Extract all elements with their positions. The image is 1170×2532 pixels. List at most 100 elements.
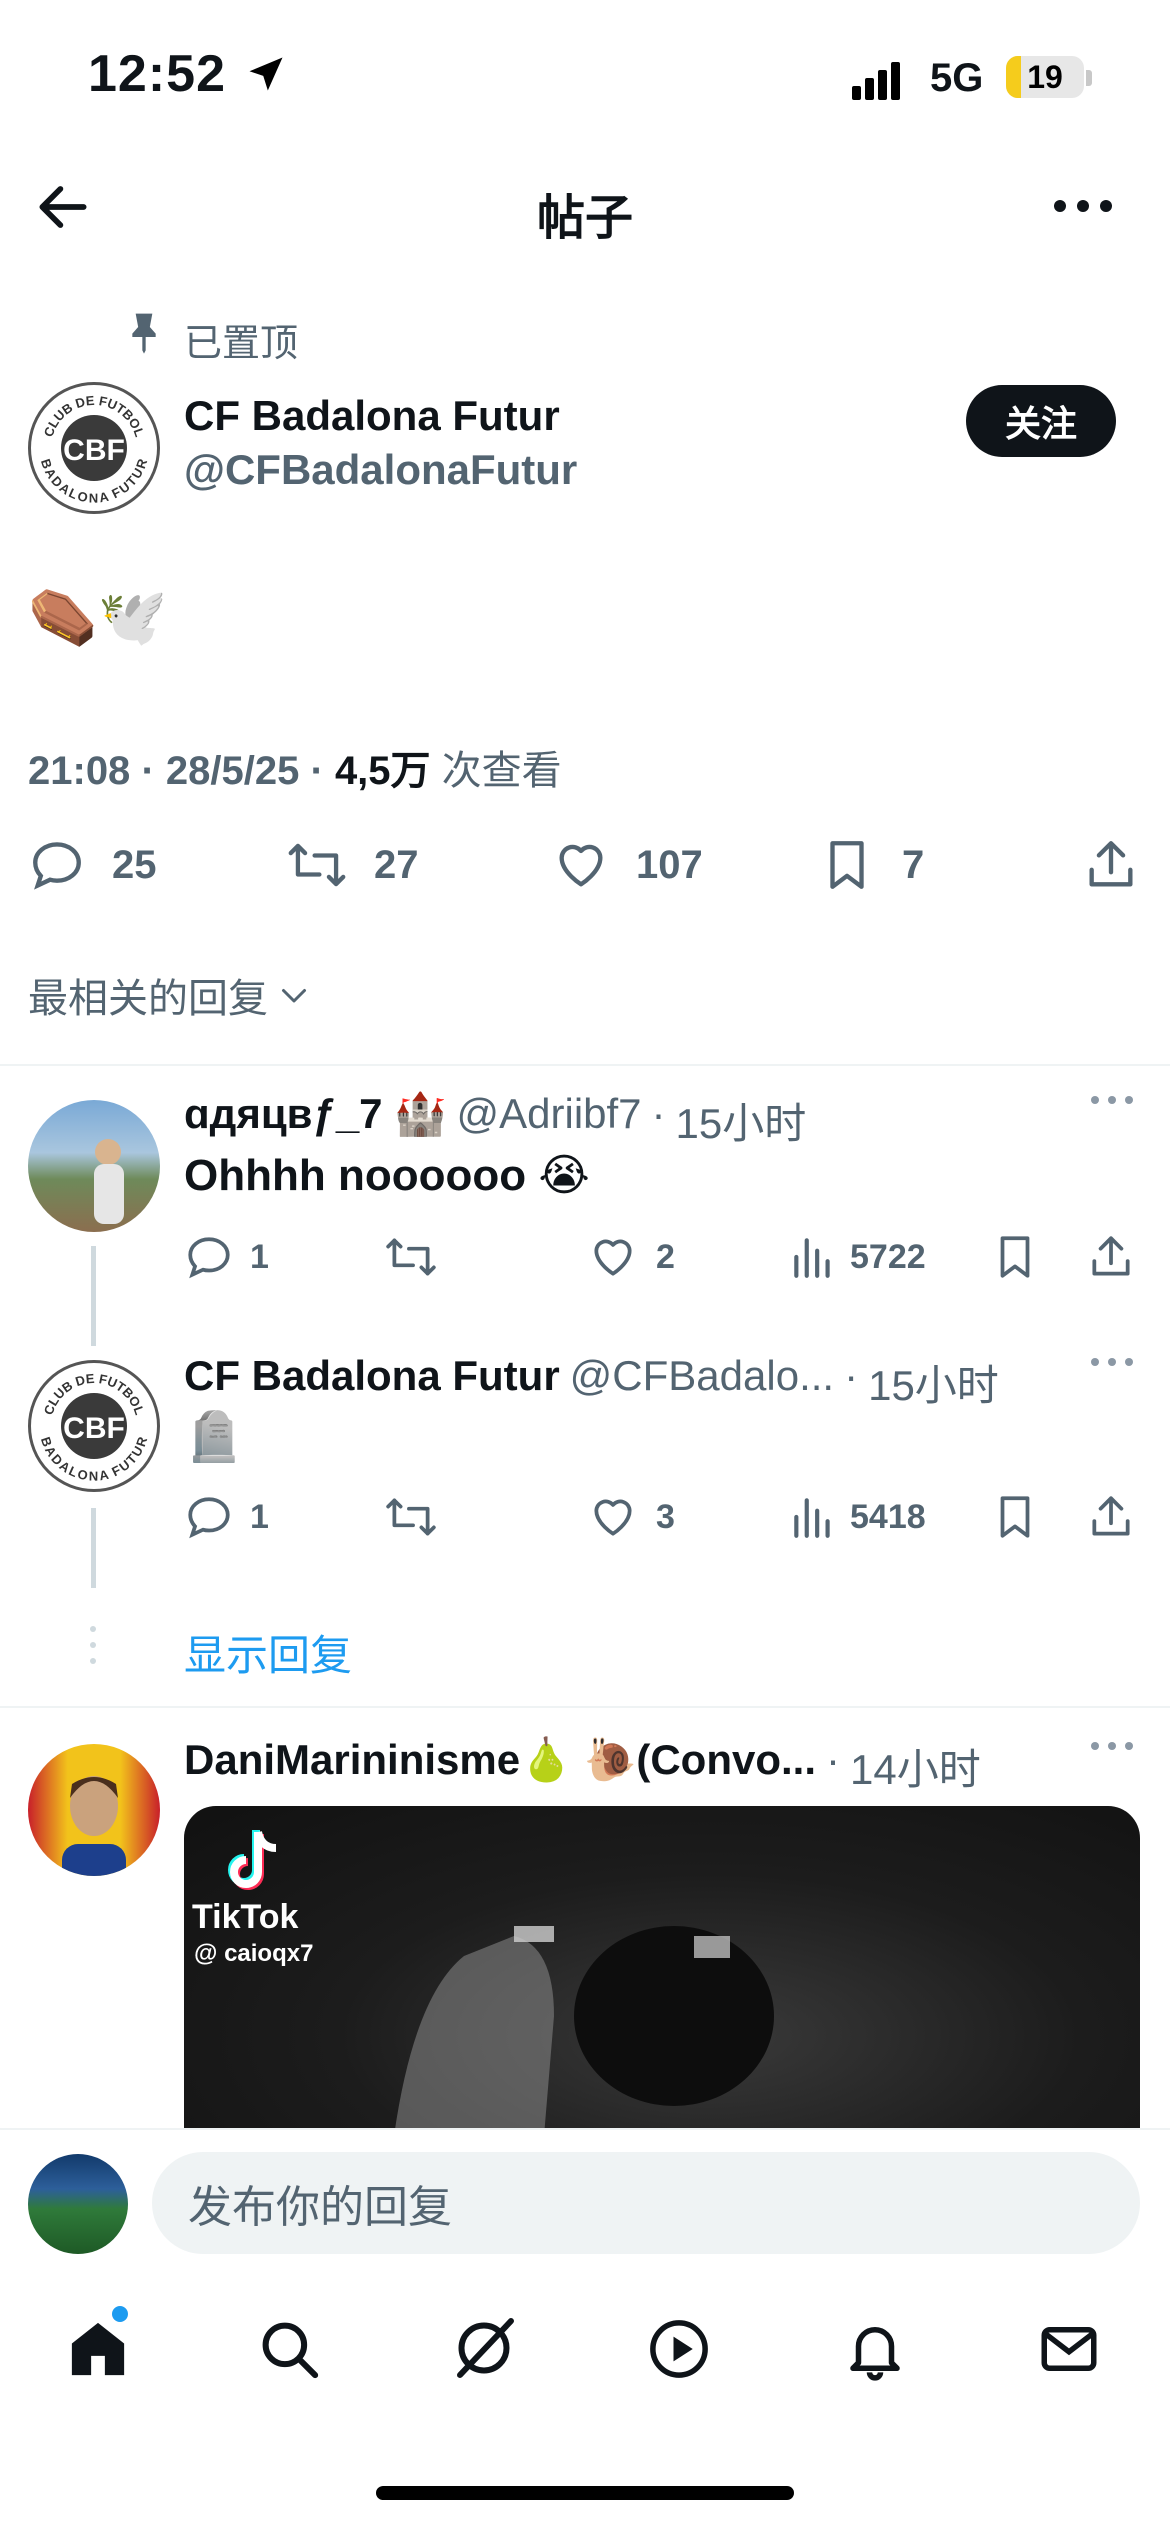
pin-icon: [124, 310, 164, 354]
bookmark-button[interactable]: 7: [818, 836, 924, 894]
reply-avatar-3[interactable]: [28, 1744, 160, 1876]
like-button[interactable]: 107: [552, 836, 703, 894]
reply-author-name[interactable]: ɑдяцвƒ_7 🏰: [184, 1090, 447, 1151]
reply-views-button[interactable]: 5418: [790, 1492, 926, 1542]
reply-text: 🪦: [184, 1411, 244, 1464]
meta-sep: ·: [844, 1352, 859, 1399]
divider: [0, 1064, 1170, 1066]
sort-label: 最相关的回复: [28, 977, 268, 1021]
reply-view-count: 5722: [850, 1237, 926, 1276]
battery-level: 19: [1027, 58, 1063, 95]
reply-view-count: 5418: [850, 1497, 926, 1536]
video-handle: @ caioqx7: [194, 1940, 314, 1967]
reply-text: Ohhhh noooooo 😭: [184, 1151, 590, 1200]
divider: [0, 1706, 1170, 1708]
signal-icon: [852, 60, 912, 100]
page-title: 帖子: [536, 192, 633, 245]
comment-icon: [184, 1492, 234, 1542]
reply-views-button[interactable]: 5722: [790, 1232, 926, 1282]
reply-comment-button[interactable]: 1: [184, 1492, 269, 1542]
reply-like-button[interactable]: 3: [588, 1492, 675, 1542]
notifications-tab-icon[interactable]: [842, 2316, 908, 2382]
location-arrow-icon: [244, 52, 288, 96]
retweet-button[interactable]: 27: [286, 836, 419, 894]
video-tab-icon[interactable]: [646, 2316, 712, 2382]
reply-like-count: 3: [656, 1497, 675, 1536]
like-count: 107: [636, 842, 703, 887]
pinned-label: 已置顶: [184, 323, 299, 365]
reply-header-3: DaniMarininisme🍐 🐌(Convo... · 14小时: [184, 1736, 981, 1797]
search-tab-icon[interactable]: [256, 2316, 322, 2382]
tweet-content: ⚰️🕊️: [28, 585, 168, 648]
reply-more-icon[interactable]: [1090, 1356, 1134, 1368]
bookmark-icon[interactable]: [990, 1492, 1040, 1542]
reply-input[interactable]: 发布你的回复: [152, 2152, 1140, 2254]
reply-time: 15小时: [675, 1100, 807, 1147]
battery-tip: [1086, 70, 1092, 86]
author-handle[interactable]: @CFBadalonaFutur: [184, 446, 577, 494]
reply-more-icon[interactable]: [1090, 1094, 1134, 1106]
reply-avatar-2[interactable]: CLUB DE FUTBOL BADALONA FUTUR CBF: [28, 1360, 160, 1492]
reply-avatar-1[interactable]: [28, 1100, 160, 1232]
reply-time: 14小时: [850, 1746, 981, 1793]
retweet-icon[interactable]: [384, 1232, 438, 1282]
video-figure: [394, 1926, 774, 2134]
vertical-dots-icon: [88, 1624, 98, 1666]
reply-header-2: CF Badalona Futur @CFBadalo... · 15小时: [184, 1352, 999, 1413]
reply-comment-button[interactable]: 1: [184, 1232, 269, 1282]
meta-sep: ·: [826, 1736, 840, 1783]
follow-button[interactable]: 关注: [966, 385, 1116, 457]
reply-button[interactable]: 25: [28, 836, 157, 894]
network-type: 5G: [930, 56, 984, 100]
home-tab-icon[interactable]: [64, 2316, 132, 2382]
bookmark-icon: [818, 836, 876, 894]
reply-like-count: 2: [656, 1237, 675, 1276]
bookmark-count: 7: [902, 842, 925, 887]
svg-text:CBF: CBF: [63, 434, 125, 467]
heart-icon: [588, 1492, 638, 1542]
analytics-icon: [790, 1492, 836, 1542]
author-name[interactable]: CF Badalona Futur: [184, 392, 560, 440]
status-time: 12:52: [88, 45, 226, 103]
reply-like-button[interactable]: 2: [588, 1232, 675, 1282]
video-thumbnail[interactable]: TikTok @ caioqx7: [184, 1806, 1140, 2134]
reply-author-name[interactable]: CF Badalona Futur: [184, 1352, 560, 1413]
reply-header-1: ɑдяцвƒ_7 🏰 @Adriibf7 · 15小时: [184, 1090, 806, 1151]
reply-count: 25: [112, 842, 157, 887]
reply-more-icon[interactable]: [1090, 1740, 1134, 1752]
video-brand: TikTok: [192, 1898, 299, 1936]
share-icon[interactable]: [1086, 1492, 1136, 1542]
notification-dot: [112, 2306, 128, 2322]
heart-icon: [552, 836, 610, 894]
reply-time: 15小时: [868, 1362, 999, 1409]
show-replies-link[interactable]: 显示回复: [184, 1622, 352, 1683]
heart-icon: [588, 1232, 638, 1282]
tiktok-icon: [228, 1830, 277, 1890]
more-options-icon[interactable]: [1052, 186, 1114, 226]
meta-sep-2: ·: [310, 749, 324, 793]
home-indicator[interactable]: [376, 2486, 794, 2500]
messages-tab-icon[interactable]: [1036, 2316, 1102, 2382]
svg-text:CBF: CBF: [63, 1412, 125, 1445]
reply-author-name[interactable]: DaniMarininisme🍐 🐌(Convo...: [184, 1736, 816, 1797]
retweet-icon: [286, 836, 348, 894]
retweet-count: 27: [374, 842, 419, 887]
reply-author-handle[interactable]: @CFBadalo...: [570, 1352, 834, 1413]
tweet-views: 4,5万: [334, 749, 431, 793]
sort-dropdown[interactable]: 最相关的回复: [28, 966, 312, 1024]
my-avatar[interactable]: [28, 2154, 128, 2254]
comment-icon: [28, 836, 86, 894]
thread-line: [91, 1246, 96, 1346]
reply-author-handle[interactable]: @Adriibf7: [457, 1090, 642, 1151]
meta-sep-1: ·: [141, 749, 155, 793]
share-icon[interactable]: [1082, 836, 1140, 894]
author-avatar[interactable]: CLUB DE FUTBOL BADALONA FUTUR CBF: [28, 382, 160, 514]
tweet-meta: 21:08 · 28/5/25 · 4,5万 次查看: [28, 738, 562, 796]
reply-comment-count: 1: [250, 1237, 269, 1276]
share-icon[interactable]: [1086, 1232, 1136, 1282]
views-label: 次查看: [441, 749, 562, 793]
grok-tab-icon[interactable]: [448, 2312, 520, 2384]
bookmark-icon[interactable]: [990, 1232, 1040, 1282]
analytics-icon: [790, 1232, 836, 1282]
retweet-icon[interactable]: [384, 1492, 438, 1542]
